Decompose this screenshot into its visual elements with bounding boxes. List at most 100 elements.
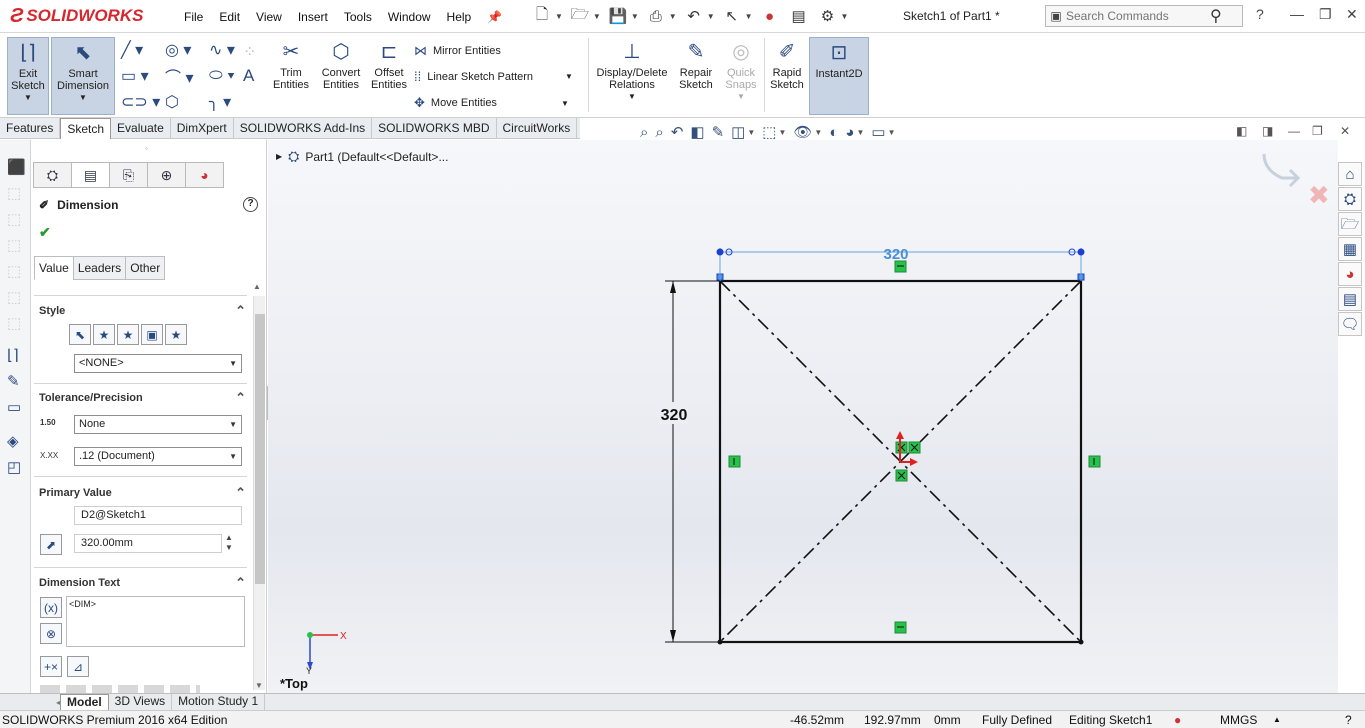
fillet-feature-icon[interactable]: ⬚ [7,314,25,332]
menu-file[interactable]: File [176,10,211,24]
options-gear-icon[interactable]: ⚙ [816,5,840,27]
display-delete-relations-button[interactable]: ⊥ Display/Delete Relations ▼ [592,37,672,115]
slot-icon[interactable]: ⊂⊃ ▾ [121,89,165,115]
collapse-chevron-icon[interactable]: ⌃ [235,575,246,591]
hide-show-icon[interactable]: 👁 [793,123,812,141]
move-entities-button[interactable]: ✥ Move Entities ▼ [414,95,569,111]
new-document-icon[interactable]: 🗋 [530,5,554,27]
edit-appearance-icon[interactable]: ◐ [829,124,838,141]
rebuild-icon[interactable]: ● [758,5,782,27]
rapid-sketch-button[interactable]: ✐ Rapid Sketch [767,37,807,115]
tolerance-section-heading[interactable]: Tolerance/Precision ⌃ [39,390,246,406]
dimension-text-box[interactable]: <DIM> [66,596,245,647]
feature-manager-tab-icon[interactable]: ⛭ [33,162,72,188]
text-icon[interactable]: A [243,66,254,86]
instant2d-button[interactable]: ⊡ Instant2D [809,37,869,115]
tab-model[interactable]: Model [60,694,109,710]
previous-view-icon[interactable]: ↶ [671,123,684,141]
tab-scroll-arrows[interactable]: ◀◀◀▶ [0,694,81,710]
ok-checkmark-icon[interactable]: ✔ [39,224,51,241]
tab-circuitworks[interactable]: CircuitWorks [497,118,578,139]
dynamic-annotation-icon[interactable]: ✎ [712,123,725,141]
tab-features[interactable]: Features [0,118,61,139]
swept-boss-icon[interactable]: ⬚ [7,210,25,228]
exit-sketch-button[interactable]: ⌊⌉ Exit Sketch ▼ [7,37,49,115]
pane-minimize-icon[interactable]: — [1288,124,1300,138]
revolved-boss-icon[interactable]: ⬚ [7,184,25,202]
instant3d-icon[interactable]: ◰ [7,458,25,476]
property-scrollbar[interactable] [253,296,265,690]
close-icon[interactable]: ✕ [1346,6,1358,23]
zoom-to-area-icon[interactable]: ⌕ [655,124,663,141]
save-icon[interactable]: 💾 [606,5,630,27]
pane-close-icon[interactable]: ✕ [1340,124,1350,138]
tab-evaluate[interactable]: Evaluate [111,118,171,139]
add-parentheses-icon[interactable]: (x) [40,597,62,618]
offset-text-icon[interactable]: ⊿ [67,656,89,677]
smart-dimension-button[interactable]: ⬉ Smart Dimension ▼ [51,37,115,115]
graphics-area[interactable]: ▶ ⛭ Part1 (Default<<Default>... ✖ 320 32… [268,140,1338,695]
menu-tools[interactable]: Tools [336,10,380,24]
collapse-chevron-icon[interactable]: ⌃ [235,390,246,406]
display-style-icon[interactable]: ⬚ [762,123,776,141]
search-icon[interactable]: ⚲ [1210,6,1222,26]
tab-addins[interactable]: SOLIDWORKS Add-Ins [234,118,373,139]
precision-select[interactable]: .12 (Document) [74,447,242,466]
tolerance-type-select[interactable]: None [74,415,242,434]
undo-icon[interactable]: ↶ [682,5,706,27]
center-dimension-icon[interactable]: +× [40,656,62,677]
tab-leaders[interactable]: Leaders [72,256,127,280]
appearances-icon[interactable]: ◕ [1338,262,1362,286]
confirmation-corner[interactable]: ✖ [1262,153,1330,211]
open-folder-icon[interactable]: 🗁 [568,5,592,27]
menu-help[interactable]: Help [439,10,480,24]
fillet-icon[interactable]: ╮ ▾ [209,89,253,115]
tab-mbd[interactable]: SOLIDWORKS MBD [372,118,497,139]
tab-sketch[interactable]: Sketch [60,118,112,139]
help-circle-icon[interactable]: ? [243,197,258,212]
point-icon[interactable]: ⁘ [243,42,256,62]
rebuild-status-icon[interactable]: ● [1174,713,1181,727]
sketch-icon[interactable]: ⌊⌉ [7,346,25,364]
tab-3d-views[interactable]: 3D Views [109,694,173,710]
line-icon[interactable]: ╱ ▾ [121,37,165,63]
add-style-icon[interactable]: ★ [93,324,115,345]
rectangle-icon[interactable]: ▭ ▾ [121,63,165,89]
view-settings-icon[interactable]: ▭ [871,123,885,141]
style-select[interactable]: <NONE> [74,354,242,373]
home-icon[interactable]: ⌂ [1338,162,1362,186]
reference-geometry-icon[interactable]: ◈ [7,432,25,450]
menu-window[interactable]: Window [380,10,439,24]
apply-style-icon[interactable]: ⬉ [69,324,91,345]
lofted-boss-icon[interactable]: ⬚ [7,236,25,254]
configuration-manager-tab-icon[interactable]: ⎘ [109,162,148,188]
file-explorer-icon[interactable]: 🗁 [1338,212,1362,236]
linear-pattern-button[interactable]: ⁞⁞ Linear Sketch Pattern ▼ [414,69,573,84]
collapse-chevron-icon[interactable]: ⌃ [235,303,246,319]
file-properties-icon[interactable]: ▤ [787,5,811,27]
view-palette-icon[interactable]: ▦ [1338,237,1362,261]
tab-other[interactable]: Other [125,256,166,280]
forum-icon[interactable]: 🗨 [1338,312,1362,336]
style-section-heading[interactable]: Style ⌃ [39,303,246,319]
custom-properties-icon[interactable]: ▤ [1338,287,1362,311]
arc-icon[interactable]: ⌒ ▾ [165,63,209,89]
repair-sketch-button[interactable]: ✎ Repair Sketch [676,37,716,115]
tab-motion-study[interactable]: Motion Study 1 [172,694,266,710]
select-arrow-icon[interactable]: ↖ [720,5,744,27]
text-alignment-buttons[interactable] [40,685,200,693]
scroll-down-icon[interactable]: ▼ [255,681,263,690]
menu-insert[interactable]: Insert [290,10,336,24]
menu-edit[interactable]: Edit [211,10,248,24]
help-icon[interactable]: ? [1256,6,1264,22]
convert-entities-button[interactable]: ⬡ Convert Entities [316,37,366,115]
offset-entities-button[interactable]: ⊏ Offset Entities [368,37,410,115]
value-spinner[interactable]: ▲ ▼ [225,533,233,553]
tab-value[interactable]: Value [34,256,74,280]
primary-value-section-heading[interactable]: Primary Value ⌃ [39,485,246,500]
pane-restore-icon[interactable]: ❐ [1312,124,1323,138]
save-style-icon[interactable]: ▣ [141,324,163,345]
edit-sketch-icon[interactable]: ✎ [7,372,25,390]
section-view-icon[interactable]: ◧ [690,123,704,141]
scenes-icon[interactable]: ◕ [845,124,854,141]
